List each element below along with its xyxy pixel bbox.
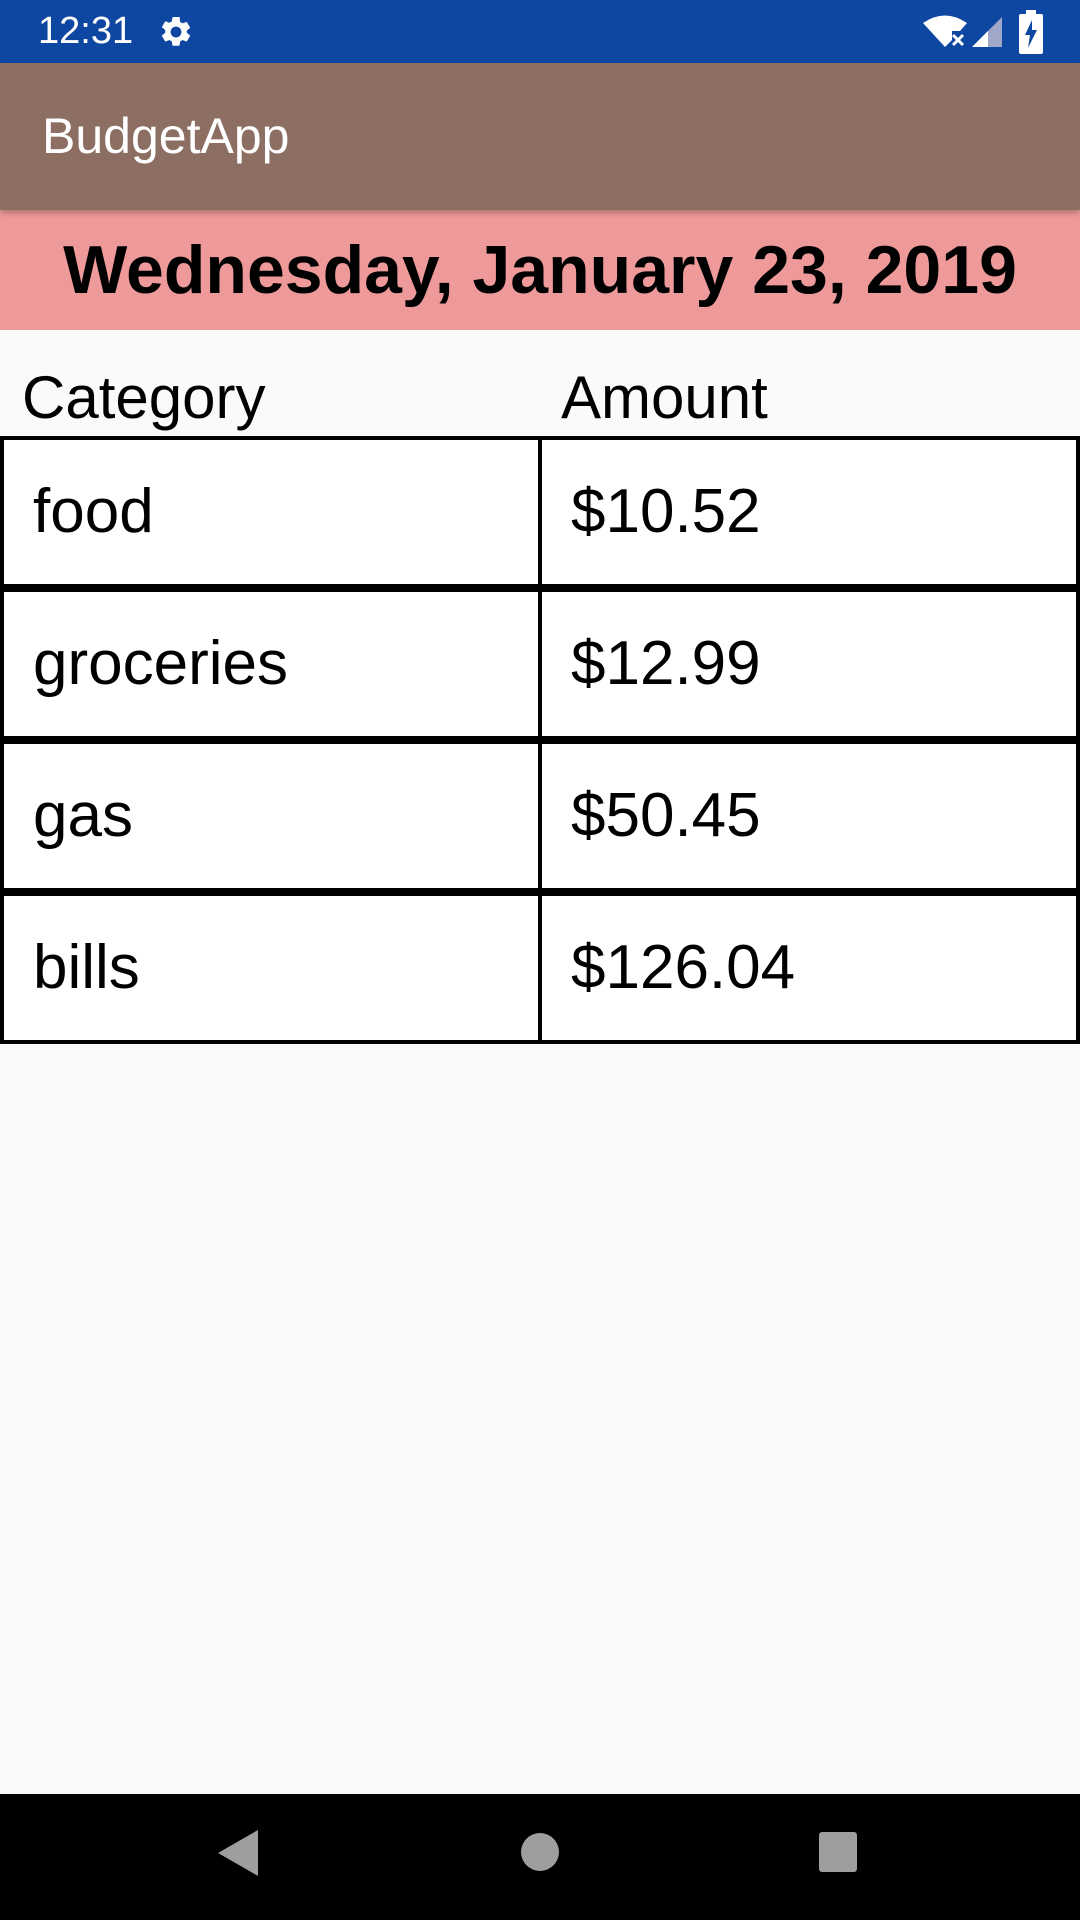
battery-charging-icon (1019, 10, 1043, 54)
budget-table: food $10.52 groceries $12.99 gas $50.45 … (0, 436, 1080, 1044)
table-row[interactable]: gas $50.45 (0, 740, 1080, 892)
home-icon[interactable] (520, 1832, 560, 1872)
app-bar: BudgetApp (0, 63, 1080, 210)
status-bar: 12:31 (0, 0, 1080, 63)
category-cell: groceries (0, 588, 542, 740)
amount-cell: $126.04 (538, 892, 1080, 1044)
category-cell: food (0, 436, 542, 588)
app-title: BudgetApp (42, 108, 290, 164)
wifi-off-icon (923, 15, 967, 47)
cell-signal-icon (972, 17, 1002, 47)
date-banner: Wednesday, January 23, 2019 (0, 210, 1080, 330)
category-cell: bills (0, 892, 542, 1044)
navigation-bar (0, 1794, 1080, 1920)
table-row[interactable]: food $10.52 (0, 436, 1080, 588)
status-time: 12:31 (38, 10, 134, 52)
date-text: Wednesday, January 23, 2019 (63, 232, 1017, 308)
table-row[interactable]: bills $126.04 (0, 892, 1080, 1044)
category-column-header: Category (22, 364, 266, 431)
recents-icon[interactable] (818, 1831, 858, 1873)
amount-cell: $50.45 (538, 740, 1080, 892)
table-row[interactable]: groceries $12.99 (0, 588, 1080, 740)
back-icon[interactable] (216, 1828, 260, 1878)
amount-column-header: Amount (561, 364, 768, 431)
amount-cell: $12.99 (538, 588, 1080, 740)
amount-cell: $10.52 (538, 436, 1080, 588)
category-cell: gas (0, 740, 542, 892)
gear-icon (161, 16, 191, 46)
